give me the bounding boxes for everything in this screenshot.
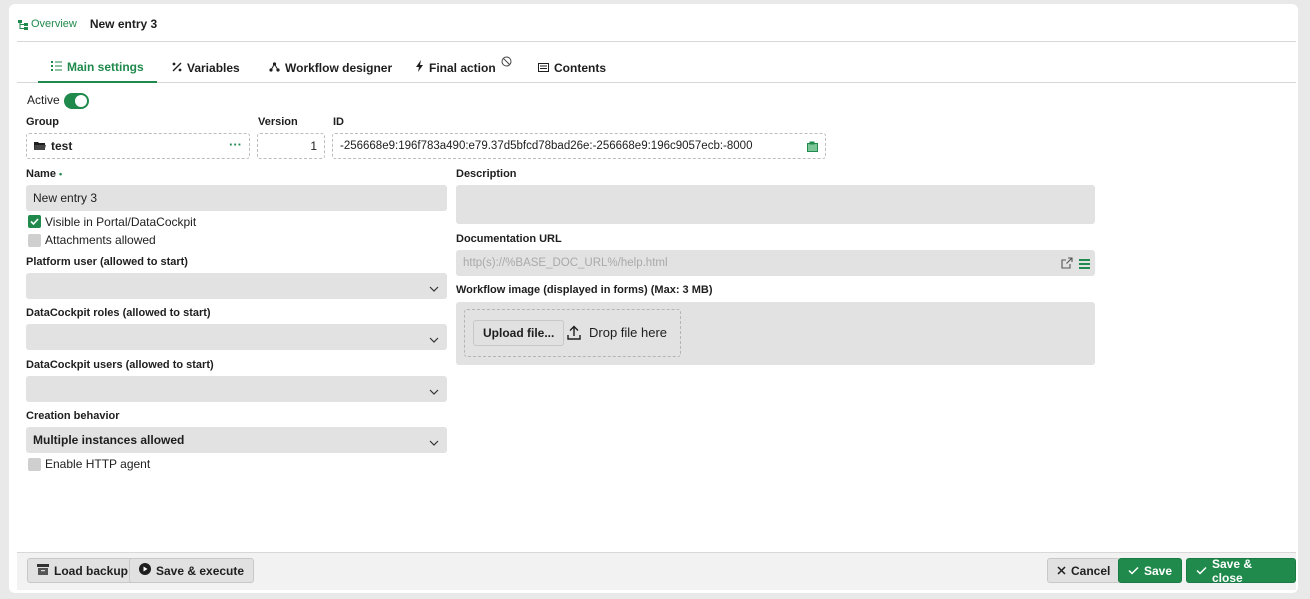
load-backup-button[interactable]: Load backup — [27, 558, 139, 583]
doc-url-placeholder: http(s)://%BASE_DOC_URL%/help.html — [463, 257, 668, 269]
folder-icon — [34, 141, 46, 151]
play-icon — [139, 563, 151, 578]
breadcrumb-overview-link[interactable]: Overview — [31, 18, 77, 30]
save-execute-label: Save & execute — [156, 563, 245, 578]
tab-final-action-label: Final action — [429, 60, 496, 75]
visible-checkbox[interactable] — [28, 215, 41, 228]
workflow-icon — [269, 61, 280, 75]
tab-variables[interactable]: Variables — [159, 52, 253, 83]
http-agent-checkbox[interactable] — [28, 458, 41, 471]
chevron-down-icon — [429, 435, 439, 449]
chevron-down-icon — [429, 281, 439, 295]
chevron-down-icon — [429, 332, 439, 346]
doc-url-label: Documentation URL — [456, 233, 562, 245]
lightning-icon — [415, 60, 424, 75]
visible-label: Visible in Portal/DataCockpit — [45, 215, 197, 229]
description-textarea[interactable] — [456, 185, 1095, 224]
name-input[interactable]: New entry 3 — [26, 185, 447, 211]
active-label: Active — [27, 93, 60, 107]
attachments-checkbox[interactable] — [28, 234, 41, 247]
platform-user-select[interactable] — [26, 273, 447, 299]
more-icon[interactable]: ··· — [229, 138, 242, 151]
tab-final-action[interactable]: Final action — [402, 52, 525, 83]
list-icon — [51, 60, 62, 74]
dc-users-select[interactable] — [26, 376, 447, 402]
id-value: -256668e9:196f783a490:e79.37d5bfcd78bad2… — [340, 140, 753, 152]
contents-icon — [538, 61, 549, 75]
tab-main-settings[interactable]: Main settings — [38, 52, 157, 83]
save-close-label: Save & close — [1212, 556, 1253, 585]
tab-contents[interactable]: Contents — [525, 52, 619, 83]
dc-roles-select[interactable] — [26, 324, 447, 350]
tab-variables-label: Variables — [187, 60, 240, 75]
tab-main-settings-label: Main settings — [67, 59, 144, 74]
dc-users-label: DataCockpit users (allowed to start) — [26, 359, 214, 371]
name-label-text: Name — [26, 168, 56, 180]
save-button[interactable]: Save — [1118, 558, 1183, 583]
footer-toolbar: Load backup Save & execute Cancel Save S… — [17, 552, 1296, 590]
version-value: 1 — [310, 139, 317, 153]
drop-zone[interactable]: Upload file... Drop file here — [464, 309, 681, 357]
group-field[interactable]: test ··· — [26, 133, 250, 159]
breadcrumb: Overview New entry 3 — [18, 16, 157, 32]
workflow-image-area: Upload file... Drop file here — [456, 302, 1095, 365]
dc-roles-label: DataCockpit roles (allowed to start) — [26, 307, 211, 319]
name-label: Name • — [26, 168, 62, 180]
id-field[interactable]: -256668e9:196f783a490:e79.37d5bfcd78bad2… — [332, 133, 826, 159]
description-label: Description — [456, 168, 517, 180]
check-icon — [1128, 564, 1139, 578]
http-agent-label: Enable HTTP agent — [45, 457, 151, 471]
upload-icon — [567, 325, 581, 343]
close-icon — [1057, 564, 1066, 578]
chevron-down-icon — [429, 384, 439, 398]
load-backup-label: Load backup — [54, 563, 129, 578]
tab-workflow-designer-label: Workflow designer — [285, 60, 393, 75]
version-label: Version — [258, 116, 298, 128]
name-value: New entry 3 — [33, 191, 98, 205]
creation-behavior-value: Multiple instances allowed — [33, 433, 185, 447]
disabled-icon — [501, 56, 512, 70]
check-icon — [1196, 564, 1207, 578]
header-divider — [17, 41, 1296, 42]
tree-icon — [18, 19, 29, 30]
editor-window: Overview New entry 3 Main settings Varia… — [9, 4, 1298, 593]
upload-file-label: Upload file... — [483, 326, 555, 340]
percent-icon — [172, 61, 182, 75]
active-toggle[interactable] — [64, 93, 89, 109]
group-label: Group — [26, 116, 59, 128]
copy-icon[interactable] — [807, 141, 818, 155]
save-execute-button[interactable]: Save & execute — [129, 558, 255, 583]
creation-behavior-select[interactable]: Multiple instances allowed — [26, 427, 447, 453]
platform-user-label: Platform user (allowed to start) — [26, 256, 188, 268]
required-mark: • — [59, 169, 63, 179]
breadcrumb-current: New entry 3 — [89, 17, 158, 31]
doc-url-input[interactable]: http(s)://%BASE_DOC_URL%/help.html — [456, 250, 1095, 276]
workflow-image-label: Workflow image (displayed in forms) (Max… — [456, 284, 713, 296]
id-label: ID — [333, 116, 344, 128]
tab-bar: Main settings Variables Workflow designe… — [17, 52, 1296, 83]
save-label: Save — [1144, 563, 1173, 578]
upload-file-button[interactable]: Upload file... — [473, 320, 565, 346]
cancel-button[interactable]: Cancel — [1047, 558, 1121, 583]
group-value: test — [51, 139, 73, 153]
menu-icon[interactable] — [1079, 258, 1090, 272]
tab-workflow-designer[interactable]: Workflow designer — [256, 52, 405, 83]
archive-icon — [37, 563, 49, 578]
save-close-button[interactable]: Save & close — [1186, 556, 1296, 585]
creation-behavior-label: Creation behavior — [26, 410, 120, 422]
external-link-icon[interactable] — [1061, 257, 1073, 272]
check-icon — [30, 218, 39, 226]
attachments-label: Attachments allowed — [45, 233, 156, 247]
tab-contents-label: Contents — [554, 60, 606, 75]
cancel-label: Cancel — [1071, 563, 1111, 578]
drop-file-text: Drop file here — [589, 325, 668, 340]
version-field[interactable]: 1 — [257, 133, 325, 159]
